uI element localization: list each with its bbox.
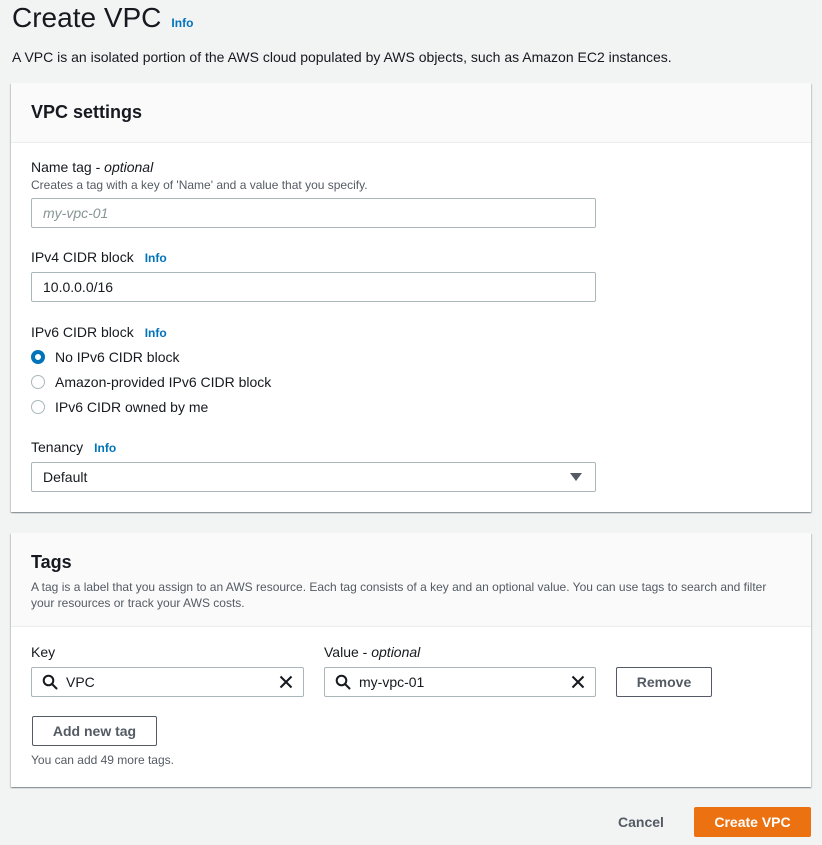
tag-key-input[interactable]: VPC — [31, 667, 304, 697]
page-title-text: Create VPC — [12, 2, 162, 33]
tag-value-input[interactable]: my-vpc-01 — [324, 667, 596, 697]
tag-value-label: Value - optional — [324, 644, 420, 660]
tenancy-selected-value: Default — [43, 469, 88, 485]
tenancy-label: Tenancy Info — [31, 439, 116, 455]
tags-panel: Tags A tag is a label that you assign to… — [11, 533, 811, 787]
tenancy-select[interactable]: Default — [31, 462, 596, 492]
ipv6-option-none-label: No IPv6 CIDR block — [55, 349, 180, 365]
ipv6-option-amazon-label: Amazon-provided IPv6 CIDR block — [55, 374, 272, 390]
vpc-settings-header: VPC settings — [11, 83, 811, 143]
vpc-settings-title: VPC settings — [31, 102, 143, 122]
tags-title: Tags — [31, 552, 72, 572]
tags-remaining-hint: You can add 49 more tags. — [31, 753, 174, 767]
tag-value-optional: optional — [371, 644, 421, 660]
create-vpc-button[interactable]: Create VPC — [694, 807, 811, 837]
name-tag-label-text: Name tag — [31, 159, 92, 175]
search-icon — [42, 674, 58, 690]
ipv4-cidr-label: IPv4 CIDR block Info — [31, 249, 167, 265]
radio-unselected-icon[interactable] — [31, 400, 45, 414]
name-tag-label: Name tag - optional — [31, 159, 153, 175]
tag-key-value: VPC — [66, 674, 95, 690]
name-tag-description: Creates a tag with a key of 'Name' and a… — [31, 178, 368, 192]
name-tag-separator: - — [91, 159, 105, 175]
ipv6-cidr-label: IPv6 CIDR block Info — [31, 324, 167, 340]
page-info-link[interactable]: Info — [171, 16, 193, 30]
name-tag-optional: optional — [104, 159, 154, 175]
ipv6-option-none[interactable]: No IPv6 CIDR block — [31, 349, 179, 365]
ipv6-cidr-label-text: IPv6 CIDR block — [31, 324, 134, 340]
ipv6-info-link[interactable]: Info — [145, 326, 167, 340]
add-new-tag-button[interactable]: Add new tag — [32, 716, 157, 746]
remove-tag-button[interactable]: Remove — [616, 667, 712, 697]
close-icon[interactable] — [571, 675, 585, 689]
tag-key-label: Key — [31, 644, 56, 660]
radio-selected-icon[interactable] — [31, 350, 45, 364]
page-title: Create VPC Info — [12, 2, 193, 34]
page-description: A VPC is an isolated portion of the AWS … — [12, 49, 672, 65]
tags-description: A tag is a label that you assign to an A… — [31, 580, 767, 610]
ipv6-option-amazon[interactable]: Amazon-provided IPv6 CIDR block — [31, 374, 271, 390]
tag-value-label-text: Value — [324, 644, 359, 660]
cancel-button[interactable]: Cancel — [618, 814, 664, 830]
name-tag-input[interactable] — [31, 198, 596, 228]
tags-header: Tags A tag is a label that you assign to… — [11, 533, 811, 627]
ipv6-option-owned[interactable]: IPv6 CIDR owned by me — [31, 399, 208, 415]
radio-unselected-icon[interactable] — [31, 375, 45, 389]
vpc-settings-panel: VPC settings Name tag - optional Creates… — [11, 83, 811, 512]
ipv6-option-owned-label: IPv6 CIDR owned by me — [55, 399, 209, 415]
tenancy-info-link[interactable]: Info — [94, 441, 116, 455]
tenancy-label-text: Tenancy — [31, 439, 84, 455]
ipv4-info-link[interactable]: Info — [145, 251, 167, 265]
ipv4-cidr-label-text: IPv4 CIDR block — [31, 249, 134, 265]
tag-value-separator: - — [358, 644, 372, 660]
ipv4-cidr-input[interactable] — [31, 272, 596, 302]
close-icon[interactable] — [279, 675, 293, 689]
tag-value-value: my-vpc-01 — [359, 674, 425, 690]
caret-down-icon — [570, 473, 582, 481]
search-icon — [335, 674, 351, 690]
